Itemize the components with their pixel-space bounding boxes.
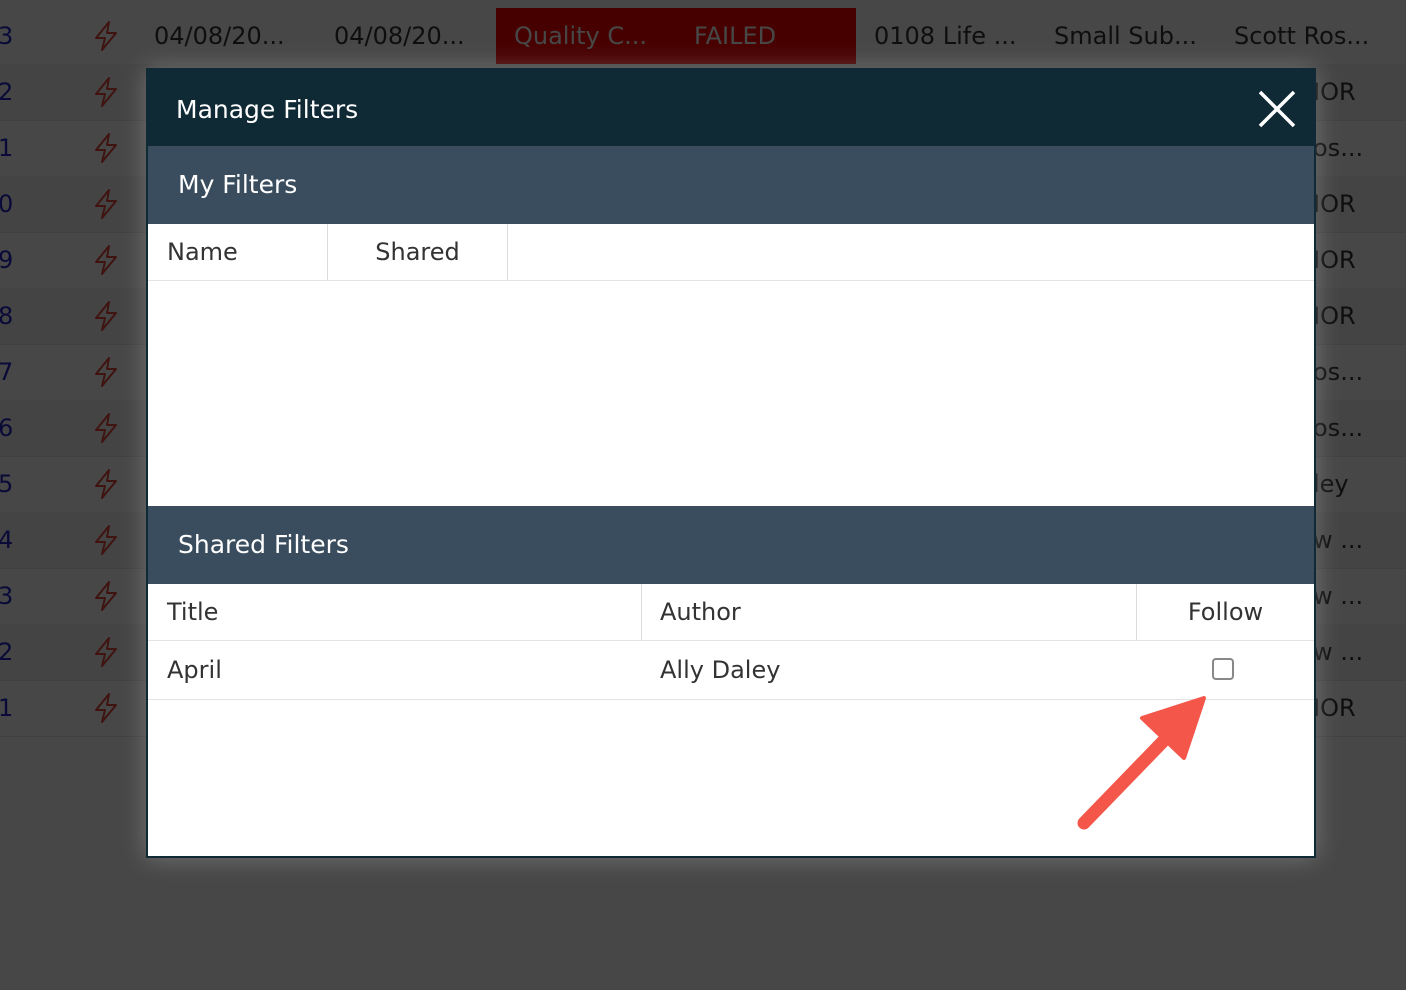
column-header-author[interactable]: Author — [642, 584, 1137, 640]
column-header-shared[interactable]: Shared — [328, 224, 508, 280]
my-filters-empty-list — [148, 281, 1314, 506]
filter-title: April — [167, 656, 222, 684]
close-icon — [1258, 90, 1296, 128]
filter-author: Ally Daley — [660, 656, 781, 684]
column-header-name[interactable]: Name — [148, 224, 328, 280]
column-header-title[interactable]: Title — [148, 584, 642, 640]
dialog-header: Manage Filters — [148, 70, 1314, 146]
shared-filters-table-header: Title Author Follow — [148, 584, 1314, 641]
my-filters-section-header: My Filters — [148, 146, 1314, 224]
column-header-follow[interactable]: Follow — [1137, 584, 1314, 640]
my-filters-title: My Filters — [178, 170, 298, 199]
close-button[interactable] — [1254, 86, 1300, 132]
follow-checkbox[interactable] — [1212, 658, 1234, 680]
shared-filters-section-header: Shared Filters — [148, 506, 1314, 584]
shared-filter-row[interactable]: April Ally Daley — [148, 641, 1314, 700]
dialog-title: Manage Filters — [176, 95, 359, 124]
shared-filters-title: Shared Filters — [178, 530, 349, 559]
manage-filters-dialog: Manage Filters My Filters Name Shared Sh… — [146, 68, 1316, 858]
my-filters-table-header: Name Shared — [148, 224, 1314, 281]
